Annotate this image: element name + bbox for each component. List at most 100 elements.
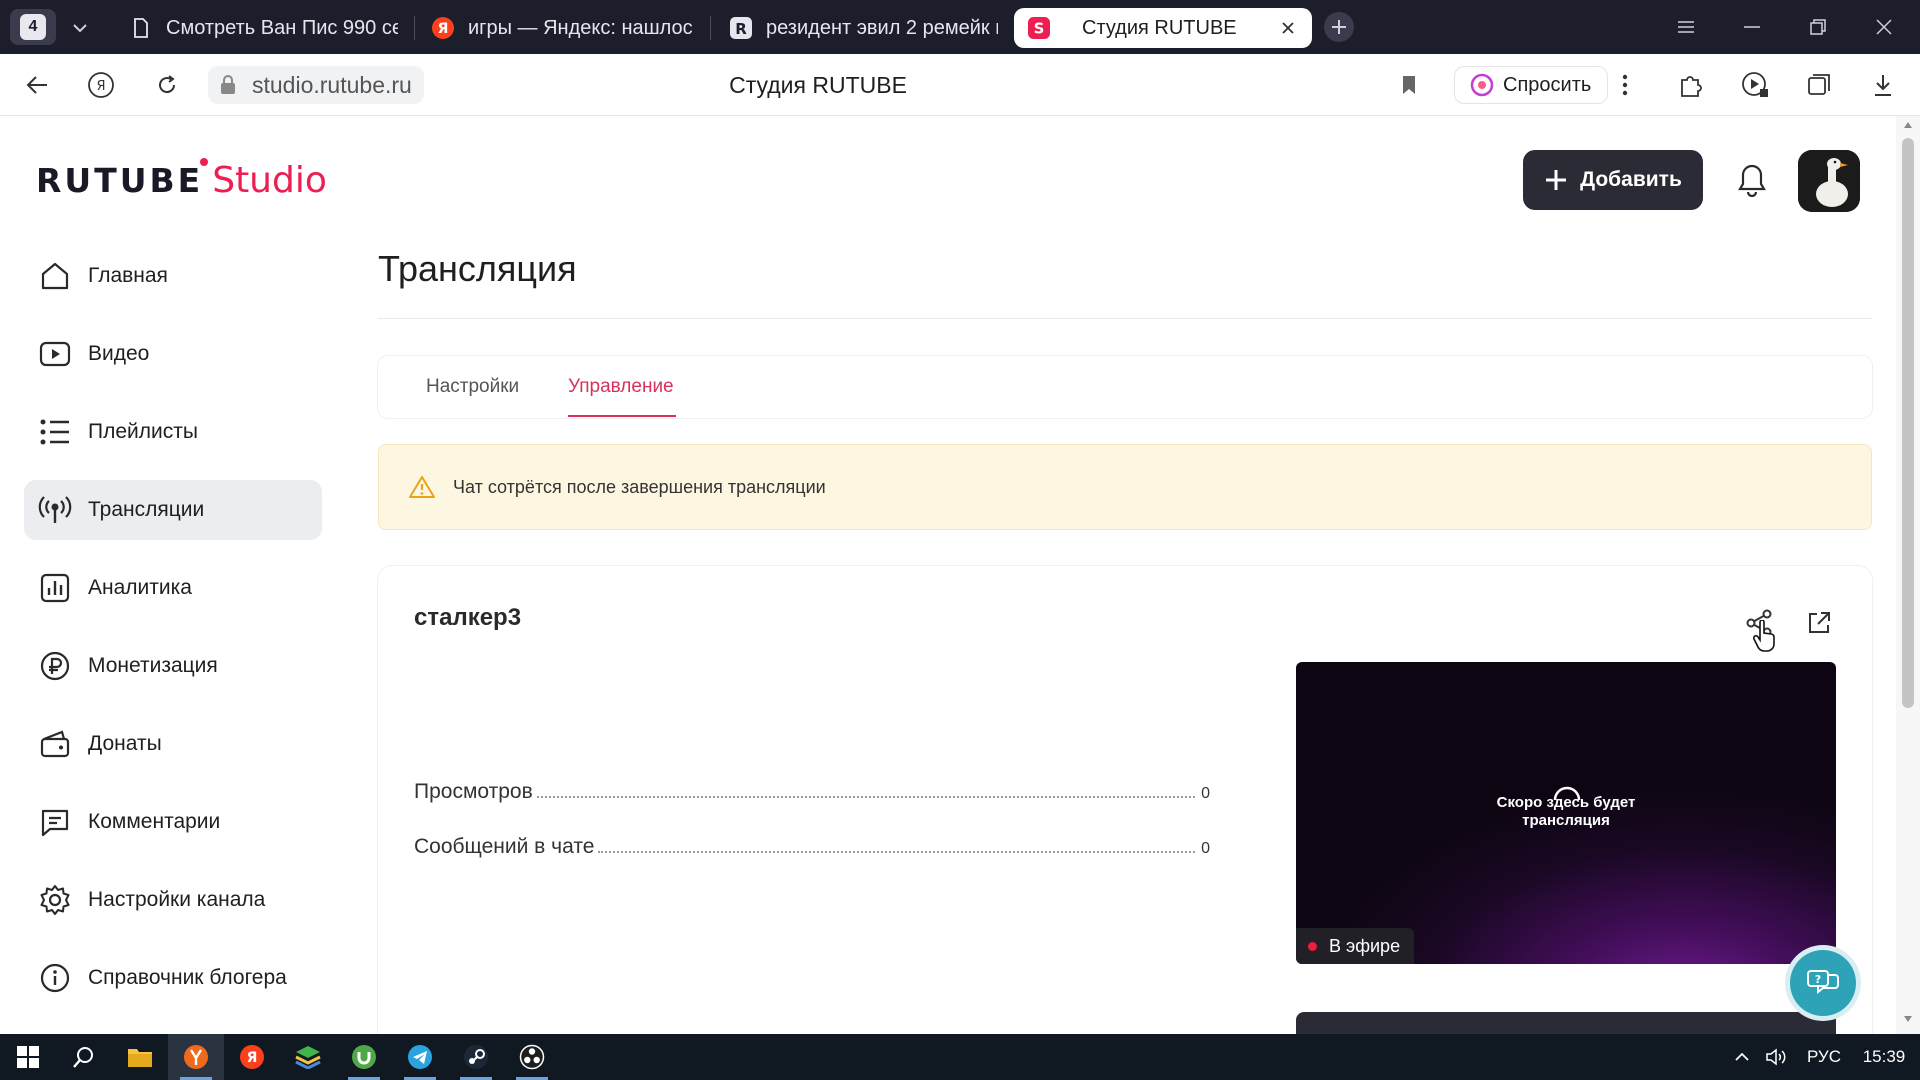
tab-counter-button[interactable]: 4 [10, 9, 56, 45]
gear-icon [38, 883, 72, 917]
tab-settings[interactable]: Настройки [426, 376, 519, 398]
stat-value: 0 [1201, 785, 1210, 802]
scroll-down-arrow-icon[interactable] [1903, 1014, 1913, 1024]
sidebar-item-label: Справочник блогера [88, 966, 287, 989]
ask-alice-button[interactable]: Спросить [1454, 66, 1609, 104]
add-button[interactable]: Добавить [1523, 150, 1703, 210]
minimize-icon[interactable] [1732, 10, 1772, 44]
live-label: В эфире [1329, 935, 1401, 956]
new-tab-button[interactable] [1324, 12, 1354, 42]
live-dot [1308, 941, 1317, 951]
stat-label: Сообщений в чате [414, 835, 595, 858]
browser-address-bar: Я studio.rutube.ru Студия RUTUBE Спросит… [0, 54, 1920, 116]
sidebar-item-label: Видео [88, 342, 150, 365]
sidebar-item-analytics[interactable]: Аналитика [24, 558, 322, 618]
browser-page-title: Студия RUTUBE [729, 72, 907, 98]
browser-tab-1[interactable]: Смотреть Ван Пис 990 се [130, 8, 398, 48]
sidebar-item-comments[interactable]: Комментарии [24, 792, 322, 852]
browser-tab-label: резидент эвил 2 ремейк г [766, 16, 998, 39]
sidebar-item-home[interactable]: Главная [24, 246, 322, 306]
yandex-taskbar-icon[interactable]: Я [224, 1034, 280, 1080]
sidebar-item-blogger-guide[interactable]: Справочник блогера [24, 948, 322, 1008]
back-arrow-icon[interactable] [20, 68, 54, 102]
collections-icon[interactable] [1802, 68, 1836, 102]
analytics-icon [38, 571, 72, 605]
goose-avatar-image [1798, 150, 1860, 212]
tab-management[interactable]: Управление [568, 376, 674, 398]
preview-placeholder-text: Скоро здесь будет трансляция [1296, 794, 1836, 830]
bookmark-icon[interactable] [1392, 68, 1426, 102]
download-icon[interactable] [1866, 68, 1900, 102]
chevron-down-icon[interactable] [66, 14, 94, 42]
live-badge: В эфире [1296, 928, 1415, 964]
extensions-icon[interactable] [1674, 68, 1708, 102]
browser-tab-label: игры — Яндекс: нашлось [468, 16, 694, 39]
rutube-studio-icon: S [1028, 17, 1050, 39]
language-indicator[interactable]: РУС [1796, 1047, 1852, 1067]
tab-separator [414, 16, 415, 40]
url-field[interactable]: studio.rutube.ru [208, 66, 424, 104]
utorrent-taskbar-icon[interactable] [336, 1034, 392, 1080]
svg-text:Я: Я [438, 21, 449, 37]
sidebar-item-broadcasts[interactable]: Трансляции [24, 480, 322, 540]
sidebar-item-label: Главная [88, 264, 168, 287]
obs-taskbar-icon[interactable] [504, 1034, 560, 1080]
close-window-icon[interactable] [1864, 10, 1904, 44]
sidebar-nav: Главная Видео Плейлисты Трансляции Анали… [24, 246, 322, 1026]
video-icon [38, 337, 72, 371]
close-tab-icon[interactable] [1278, 18, 1298, 38]
browser-tab-3[interactable]: R резидент эвил 2 ремейк г [730, 8, 998, 48]
sidebar-item-donations[interactable]: Донаты [24, 714, 322, 774]
sidebar-item-label: Аналитика [88, 576, 192, 599]
sidebar-item-monetization[interactable]: Монетизация [24, 636, 322, 696]
chevron-up-icon[interactable] [1728, 1052, 1756, 1062]
dotted-leader [536, 796, 1196, 798]
wallet-icon [38, 727, 72, 761]
bell-icon[interactable] [1734, 160, 1770, 200]
clock[interactable]: 15:39 [1852, 1047, 1916, 1067]
avatar[interactable] [1798, 150, 1860, 212]
browser-tab-strip: 4 Смотреть Ван Пис 990 се Я игры — Яндек… [0, 0, 1920, 54]
file-explorer-icon[interactable] [112, 1034, 168, 1080]
browser-tab-label: Смотреть Ван Пис 990 се [166, 16, 398, 39]
sidebar-item-playlists[interactable]: Плейлисты [24, 402, 322, 462]
svg-text:Я: Я [247, 1050, 258, 1066]
mouse-cursor [1752, 619, 1782, 656]
game-launcher-taskbar-icon[interactable] [280, 1034, 336, 1080]
telegram-taskbar-icon[interactable] [392, 1034, 448, 1080]
sidebar-item-label: Трансляции [88, 498, 205, 521]
help-chat-button[interactable]: ? [1790, 950, 1856, 1016]
windows-start-icon[interactable] [0, 1034, 56, 1080]
external-link-icon[interactable] [1802, 606, 1836, 640]
yandex-home-icon[interactable]: Я [84, 68, 118, 102]
browser-tab-label: Студия RUTUBE [1082, 16, 1237, 39]
rutube-r-icon: R [730, 17, 752, 39]
url-text: studio.rutube.ru [252, 71, 412, 98]
browser-tab-2[interactable]: Я игры — Яндекс: нашлось [432, 8, 694, 48]
dotted-leader [598, 851, 1196, 853]
home-icon [38, 259, 72, 293]
sidebar-item-channel-settings[interactable]: Настройки канала [24, 870, 322, 930]
svg-text:S: S [1034, 21, 1045, 38]
browser-tab-active[interactable]: S Студия RUTUBE [1014, 8, 1312, 48]
sidebar-item-video[interactable]: Видео [24, 324, 322, 384]
restore-icon[interactable] [1798, 10, 1838, 44]
search-icon[interactable] [56, 1034, 112, 1080]
stream-preview[interactable]: Скоро здесь будет трансляция В эфире [1296, 662, 1836, 964]
volume-icon[interactable] [1756, 1048, 1796, 1066]
scroll-thumb[interactable] [1902, 138, 1914, 708]
reload-icon[interactable] [150, 68, 184, 102]
ask-label: Спросить [1503, 73, 1592, 96]
page-scrollbar[interactable] [1896, 116, 1920, 1034]
yandex-browser-taskbar-icon[interactable] [168, 1034, 224, 1080]
more-vertical-icon[interactable] [1608, 68, 1642, 102]
rutube-studio-logo[interactable]: RUTUBE Studio [36, 158, 327, 201]
scroll-up-arrow-icon[interactable] [1903, 120, 1913, 130]
yandex-icon: Я [432, 17, 454, 39]
browser-menu-icon[interactable] [1666, 10, 1706, 44]
steam-taskbar-icon[interactable] [448, 1034, 504, 1080]
stat-label: Просмотров [414, 780, 533, 803]
title-divider [378, 318, 1872, 319]
sidebar-item-label: Комментарии [88, 810, 221, 833]
video-player-icon[interactable] [1738, 68, 1772, 102]
